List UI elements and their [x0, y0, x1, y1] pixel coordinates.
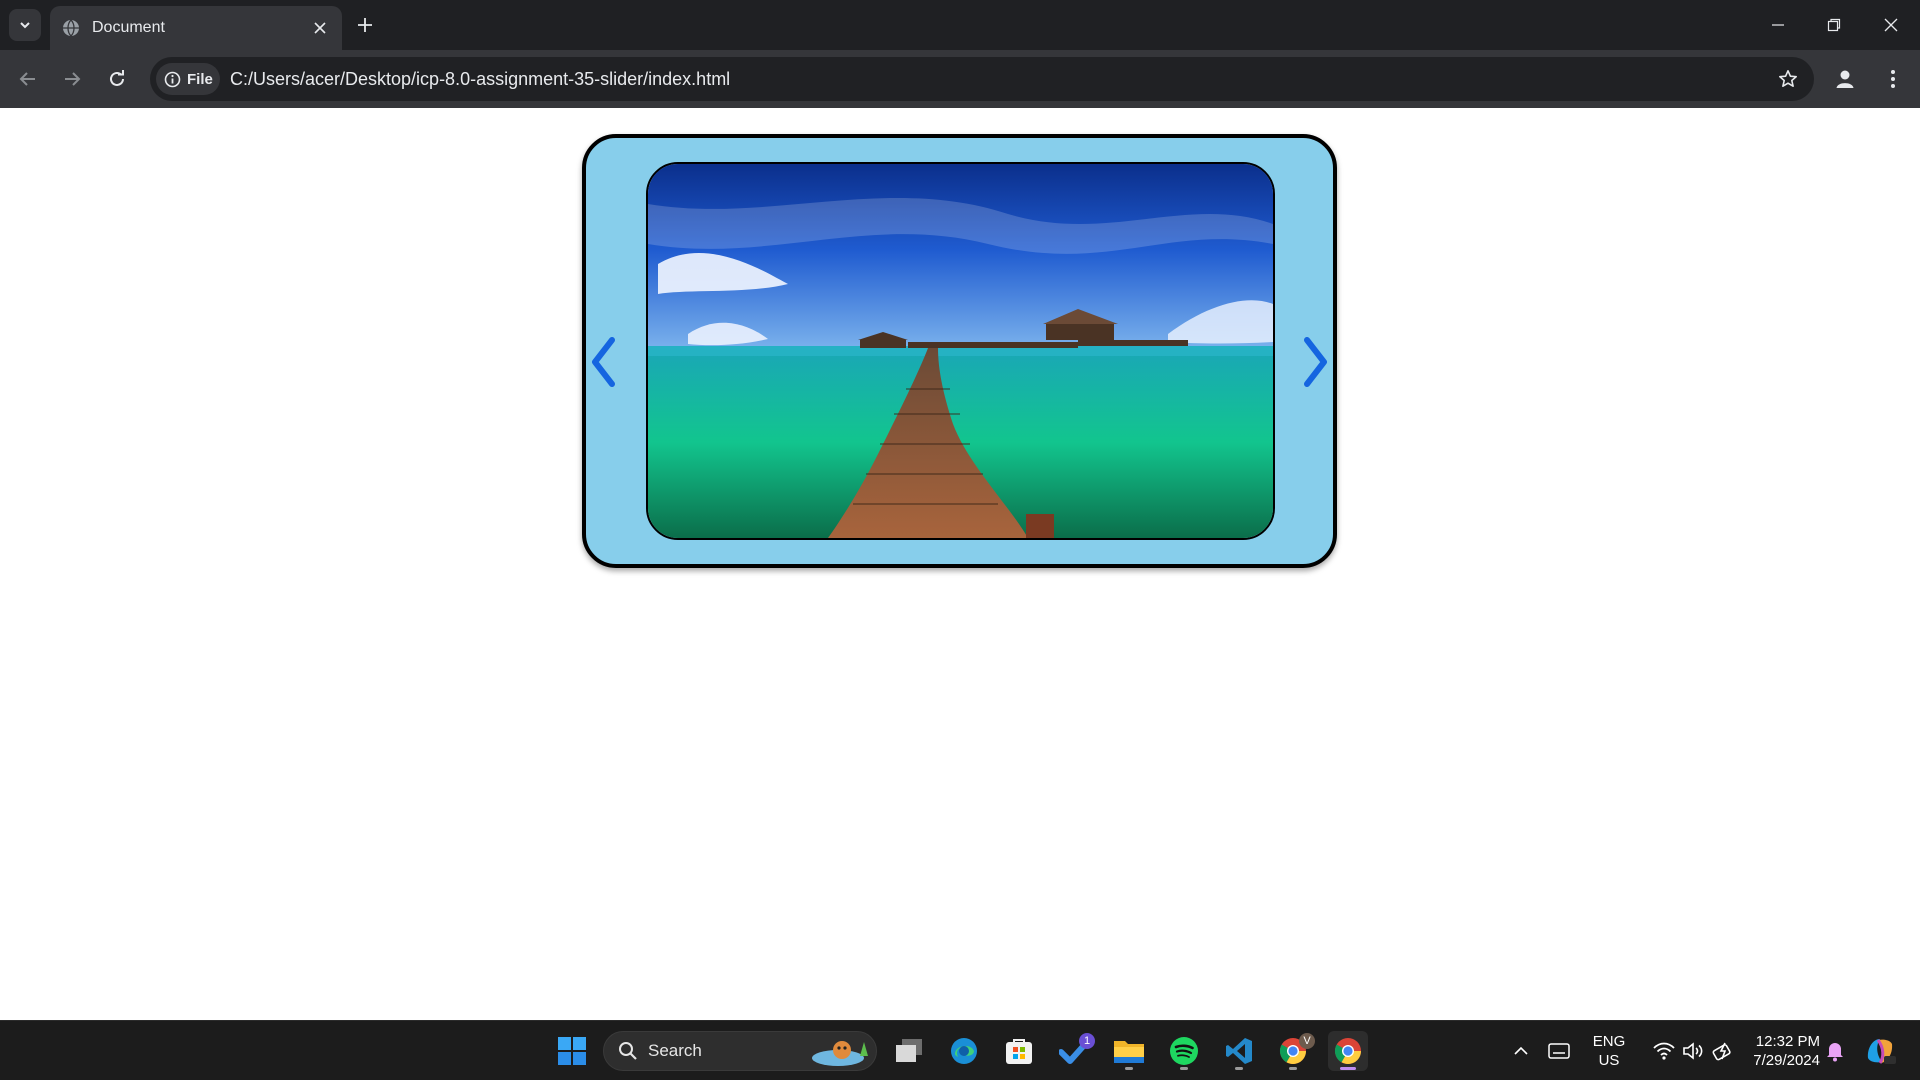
notifications-button[interactable]	[1815, 1031, 1855, 1071]
chevron-down-icon	[20, 22, 30, 29]
region-code: US	[1598, 1052, 1620, 1069]
prev-slide-button[interactable]	[586, 334, 620, 390]
microsoft-store-icon	[1006, 1039, 1032, 1064]
bookmark-button[interactable]	[1776, 67, 1800, 91]
search-highlight-icon	[812, 1041, 868, 1066]
minimize-button[interactable]	[1758, 10, 1798, 40]
spotify-icon	[1170, 1037, 1198, 1065]
search-placeholder: Search	[648, 1041, 702, 1060]
taskbar-search-box[interactable]: Search	[603, 1031, 877, 1071]
clock-time: 12:32 PM	[1755, 1033, 1820, 1050]
taskbar-spotify[interactable]	[1164, 1031, 1204, 1071]
copilot-icon	[1867, 1039, 1896, 1064]
person-icon	[1836, 70, 1854, 88]
overwater-bungalow-photo	[648, 164, 1273, 538]
restore-button[interactable]	[1814, 10, 1854, 40]
folder-icon	[1114, 1041, 1144, 1063]
windows-logo-icon	[558, 1037, 586, 1065]
address-bar[interactable]: File C:/Users/acer/Desktop/icp-8.0-assig…	[150, 57, 1814, 101]
profile-button[interactable]	[1830, 64, 1860, 94]
copilot-button[interactable]	[1860, 1031, 1900, 1071]
more-vertical-icon	[1891, 70, 1895, 88]
url-text[interactable]: C:/Users/acer/Desktop/icp-8.0-assignment…	[230, 69, 730, 90]
bell-icon	[1827, 1043, 1843, 1062]
reload-icon	[110, 70, 124, 86]
search-icon	[619, 1042, 637, 1060]
site-info-chip[interactable]: File	[156, 63, 220, 95]
edge-browser-icon	[951, 1038, 977, 1064]
forward-button[interactable]	[56, 63, 88, 95]
language-code: ENG	[1592, 1033, 1626, 1050]
start-button[interactable]	[552, 1031, 592, 1071]
battery-charging-icon	[1712, 1042, 1731, 1061]
site-chip-label: File	[187, 70, 213, 88]
task-view-icon	[896, 1039, 922, 1062]
browser-toolbar: File C:/Users/acer/Desktop/icp-8.0-assig…	[0, 50, 1920, 108]
restore-icon	[1827, 18, 1841, 32]
chrome-icon	[1334, 1038, 1362, 1065]
arrow-left-icon	[19, 72, 35, 86]
taskbar-todo[interactable]: 1	[1055, 1031, 1095, 1071]
chevron-right-icon	[1304, 337, 1327, 387]
taskbar-edge[interactable]	[944, 1031, 984, 1071]
browser-title-bar: Document	[0, 0, 1920, 50]
task-view-button[interactable]	[889, 1031, 929, 1071]
language-indicator[interactable]: ENG US	[1584, 1032, 1634, 1070]
star-icon	[1779, 70, 1797, 87]
show-hidden-icons-button[interactable]	[1502, 1031, 1540, 1071]
browser-menu-button[interactable]	[1878, 64, 1908, 94]
touch-keyboard-button[interactable]	[1540, 1031, 1578, 1071]
volume-icon	[1683, 1042, 1703, 1060]
todo-badge: 1	[1079, 1033, 1095, 1049]
wifi-icon	[1653, 1042, 1675, 1060]
web-page	[0, 108, 1920, 1020]
reload-button[interactable]	[101, 63, 133, 95]
close-window-button[interactable]	[1871, 10, 1911, 40]
back-button[interactable]	[12, 63, 44, 95]
clock[interactable]: 12:32 PM 7/29/2024	[1742, 1032, 1820, 1070]
image-slider	[582, 134, 1337, 568]
close-icon	[1884, 18, 1898, 32]
tab-search-button[interactable]	[9, 9, 41, 41]
taskbar-chrome-profile[interactable]: V	[1273, 1031, 1315, 1071]
close-tab-icon[interactable]	[310, 18, 330, 38]
globe-icon	[62, 19, 80, 37]
keyboard-icon	[1548, 1043, 1570, 1059]
taskbar-chrome-active[interactable]	[1328, 1031, 1368, 1071]
new-tab-button[interactable]	[352, 12, 378, 38]
chrome-profile-badge: V	[1299, 1033, 1315, 1049]
taskbar-vscode[interactable]	[1219, 1031, 1259, 1071]
minimize-icon	[1772, 24, 1784, 26]
browser-tab[interactable]: Document	[50, 6, 342, 50]
slide-image	[646, 162, 1275, 540]
taskbar-file-explorer[interactable]	[1109, 1031, 1149, 1071]
tab-title: Document	[92, 19, 165, 36]
vscode-icon	[1226, 1038, 1252, 1064]
clock-date: 7/29/2024	[1753, 1052, 1820, 1069]
taskbar-store[interactable]	[999, 1031, 1039, 1071]
chevron-up-icon	[1514, 1046, 1528, 1055]
arrow-right-icon	[65, 72, 81, 86]
chevron-left-icon	[592, 337, 615, 387]
info-icon	[164, 71, 181, 87]
plus-icon	[358, 18, 372, 32]
quick-settings-button[interactable]	[1642, 1031, 1746, 1071]
windows-taskbar: Search 1 V ENG US 12:32 PM 7/29/2024	[0, 1020, 1920, 1080]
next-slide-button[interactable]	[1299, 334, 1333, 390]
